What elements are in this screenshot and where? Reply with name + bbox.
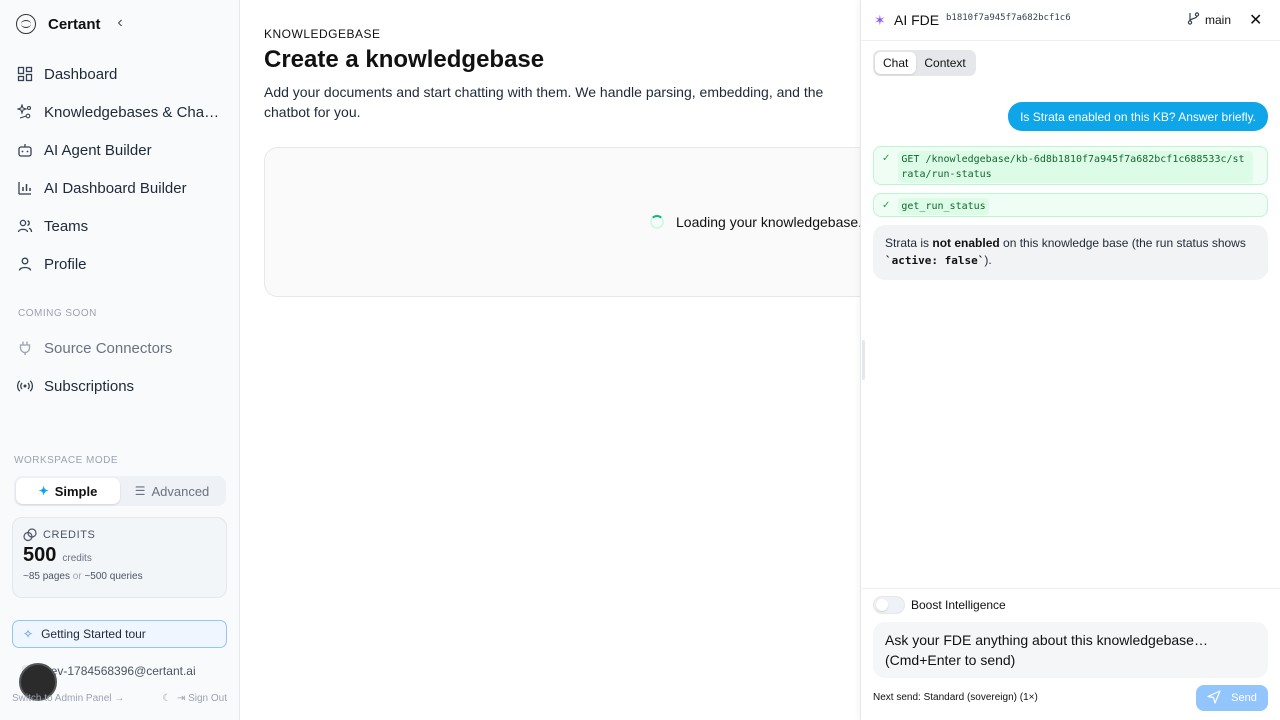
page-description: Add your documents and start chatting wi…	[264, 84, 824, 120]
page-eyebrow: KNOWLEDGEBASE	[264, 27, 381, 41]
toggle-switch[interactable]	[873, 596, 905, 614]
coins-icon	[23, 528, 37, 542]
credits-label: CREDITS	[43, 529, 96, 541]
loading-text: Loading your knowledgebase.	[676, 214, 863, 230]
mode-simple-button[interactable]: ✦ Simple	[16, 478, 120, 504]
branch-name: main	[1205, 13, 1232, 27]
sidebar-item-teams[interactable]: Teams	[16, 214, 228, 238]
assistant-text: on this knowledge base (the run status s…	[999, 236, 1246, 250]
collapse-sidebar-chevron-icon[interactable]: ‹	[112, 14, 128, 32]
mode-simple-label: Simple	[54, 483, 98, 499]
wand-icon: ✧	[23, 627, 34, 641]
credits-amount: 500	[23, 544, 57, 566]
sidebar-item-label: AI Dashboard Builder	[44, 179, 187, 197]
plug-icon	[16, 339, 34, 357]
chat-input[interactable]: Ask your FDE anything about this knowled…	[873, 622, 1268, 678]
sidebar-item-label: Subscriptions	[44, 377, 135, 395]
user-message: Is Strata enabled on this KB? Answer bri…	[1008, 102, 1268, 131]
send-label: Send	[1231, 692, 1257, 704]
getting-started-tour-button[interactable]: ✧ Getting Started tour	[12, 620, 227, 648]
sidebar-item-label: Dashboard	[44, 65, 118, 83]
sign-out-button[interactable]: Sign Out	[188, 693, 227, 704]
check-icon: ✓	[882, 153, 891, 164]
mode-advanced-button[interactable]: ☰ Advanced	[120, 478, 224, 504]
sparkle-nodes-icon	[16, 103, 34, 121]
switch-to-admin-panel-link[interactable]: Switch to Admin Panel →	[12, 693, 124, 704]
credits-pages: ~85 pages	[23, 571, 70, 582]
sidebar-item-subscriptions[interactable]: Subscriptions	[16, 374, 228, 398]
sidebar-item-knowledgebases[interactable]: Knowledgebases & Chatb…	[16, 100, 228, 124]
sidebar-item-label: Profile	[44, 255, 87, 273]
spinner-icon	[650, 215, 664, 229]
credits-card: CREDITS 500 credits ~85 pages or ~500 qu…	[12, 517, 227, 598]
composer-divider	[860, 588, 1280, 589]
sidebar-item-profile[interactable]: Profile	[16, 252, 228, 276]
sidebar-item-label: Knowledgebases & Chatb…	[44, 103, 222, 121]
tool-call-name: get_run_status	[898, 198, 989, 215]
sidebar-item-ai-agent-builder[interactable]: AI Agent Builder	[16, 138, 228, 162]
bot-icon	[16, 141, 34, 159]
assistant-message: Strata is not enabled on this knowledge …	[873, 225, 1268, 280]
check-icon: ✓	[882, 200, 891, 211]
next-send-info: Next send: Standard (sovereign) (1×)	[873, 692, 1038, 703]
sliders-icon: ☰	[134, 484, 146, 498]
git-branch-icon	[1187, 12, 1200, 28]
brand[interactable]: Certant	[16, 12, 101, 36]
brand-name: Certant	[48, 15, 101, 33]
panel-tabs: Chat Context	[873, 50, 976, 76]
assistant-emphasis: not enabled	[932, 236, 1000, 250]
credits-queries: ~500 queries	[84, 571, 143, 582]
tool-call[interactable]: ✓ get_run_status	[873, 193, 1268, 217]
credits-unit: credits	[62, 553, 92, 564]
bar-chart-icon	[16, 179, 34, 197]
sidebar-item-dashboard[interactable]: Dashboard	[16, 62, 228, 86]
sidebar-item-label: Teams	[44, 217, 89, 235]
boost-label: Boost Intelligence	[911, 598, 1006, 612]
panel-header: ✶ AI FDE b1810f7a945f7a682bcf1c6 main ✕	[861, 0, 1280, 41]
assistant-text: ).	[984, 253, 992, 267]
tool-call-request: GET /knowledgebase/kb-6d8b1810f7a945f7a6…	[898, 151, 1254, 183]
dashboard-icon	[16, 65, 34, 83]
users-icon	[16, 217, 34, 235]
boost-intelligence-toggle[interactable]: Boost Intelligence	[873, 596, 1006, 614]
user-email: e-ev-1784568396@certant.ai	[40, 664, 196, 678]
branch-selector[interactable]: main	[1187, 12, 1231, 28]
loading-indicator: Loading your knowledgebase.	[650, 214, 862, 230]
tab-chat[interactable]: Chat	[875, 52, 917, 74]
close-icon[interactable]: ✕	[1249, 10, 1262, 30]
page-title: Create a knowledgebase	[264, 46, 545, 73]
tour-label: Getting Started tour	[41, 627, 146, 641]
sign-out-icon: ⇥	[176, 693, 186, 704]
sidebar-item-source-connectors[interactable]: Source Connectors	[16, 336, 228, 360]
main-content: KNOWLEDGEBASE Create a knowledgebase Add…	[240, 0, 884, 720]
assistant-text: Strata is	[885, 236, 933, 250]
mode-advanced-label: Advanced	[151, 483, 210, 499]
certant-logo-icon	[16, 14, 36, 34]
credits-or: or	[72, 571, 82, 582]
send-button[interactable]: Send	[1196, 685, 1268, 711]
assistant-code: `active: false`	[885, 254, 985, 267]
tool-call[interactable]: ✓ GET /knowledgebase/kb-6d8b1810f7a945f7…	[873, 146, 1268, 185]
sidebar-footer: Switch to Admin Panel → ☾ ⇥ Sign Out	[12, 693, 227, 704]
panel-resize-handle[interactable]	[862, 340, 865, 380]
broadcast-icon	[16, 377, 34, 395]
coming-soon-label: COMING SOON	[18, 308, 97, 319]
sidebar-item-label: Source Connectors	[44, 339, 173, 357]
tab-context[interactable]: Context	[916, 52, 973, 74]
sidebar-item-label: AI Agent Builder	[44, 141, 152, 159]
sidebar-item-ai-dashboard-builder[interactable]: AI Dashboard Builder	[16, 176, 228, 200]
panel-title: AI FDE	[894, 12, 940, 28]
moon-icon[interactable]: ☾	[162, 693, 171, 704]
send-icon	[1207, 689, 1221, 707]
sparkle-icon: ✦	[38, 484, 49, 498]
session-id: b1810f7a945f7a682bcf1c6	[946, 13, 1071, 23]
workspace-mode-label: WORKSPACE MODE	[14, 455, 119, 466]
footer-actions: ☾ ⇥ Sign Out	[162, 693, 227, 704]
user-icon	[16, 255, 34, 273]
workspace-mode-toggle: ✦ Simple ☰ Advanced	[14, 476, 226, 506]
sparkle-icon: ✶	[874, 12, 886, 28]
sidebar: Certant ‹ Dashboard Knowledgebases & Cha…	[0, 0, 240, 720]
